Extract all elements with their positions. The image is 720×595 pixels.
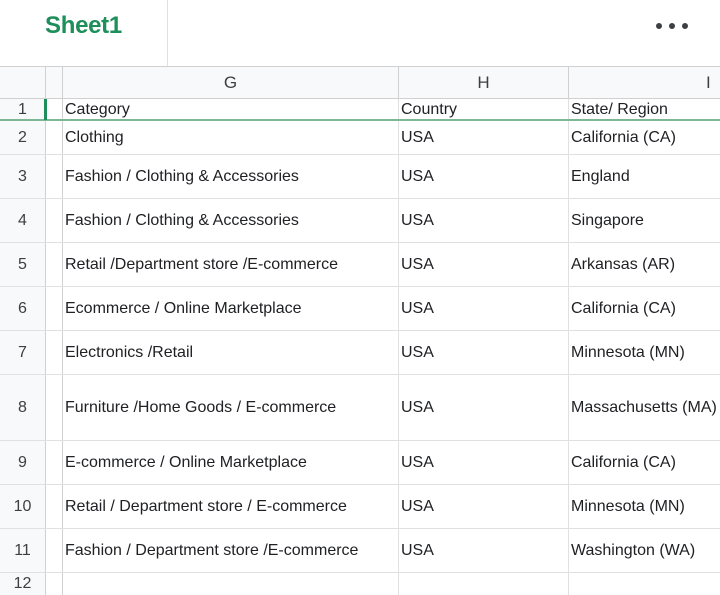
column-header-i[interactable]: I [569, 67, 720, 99]
frozen-spacer [46, 331, 63, 374]
cell-state-region[interactable]: Singapore [569, 199, 720, 242]
cell-country[interactable]: USA [399, 155, 569, 198]
cell-state-region[interactable]: Minnesota (MN) [569, 331, 720, 374]
cell-state-region[interactable]: State/ Region [569, 99, 720, 119]
cell-country[interactable]: USA [399, 287, 569, 330]
row-number[interactable]: 8 [0, 375, 46, 440]
cell-category[interactable]: Fashion / Clothing & Accessories [63, 155, 399, 198]
menu-dot [682, 23, 688, 29]
table-row: 8 Furniture /Home Goods / E-commerce USA… [0, 375, 720, 441]
table-row: 12 [0, 573, 720, 595]
cell-category[interactable]: Fashion / Department store /E-commerce [63, 529, 399, 572]
cell-country[interactable]: USA [399, 375, 569, 440]
top-bar: Sheet1 [0, 0, 720, 66]
cell-country[interactable]: USA [399, 485, 569, 528]
row-number[interactable]: 10 [0, 485, 46, 528]
active-cell-marker [44, 99, 47, 120]
column-header-g[interactable]: G [63, 67, 399, 99]
cell-country[interactable] [399, 573, 569, 595]
spreadsheet-grid[interactable]: G H I 1 Category Country State/ Region 2… [0, 66, 720, 595]
frozen-spacer [46, 441, 63, 484]
table-row: 4 Fashion / Clothing & Accessories USA S… [0, 199, 720, 243]
cell-category[interactable]: Category [63, 99, 399, 119]
table-row: 3 Fashion / Clothing & Accessories USA E… [0, 155, 720, 199]
frozen-spacer [46, 243, 63, 286]
cell-category[interactable]: Fashion / Clothing & Accessories [63, 199, 399, 242]
frozen-spacer [46, 99, 63, 119]
cell-category[interactable]: Electronics /Retail [63, 331, 399, 374]
table-row: 7 Electronics /Retail USA Minnesota (MN) [0, 331, 720, 375]
row-number[interactable]: 2 [0, 121, 46, 154]
frozen-spacer [46, 375, 63, 440]
row-number[interactable]: 12 [0, 573, 46, 595]
row-number[interactable]: 6 [0, 287, 46, 330]
table-row: 10 Retail / Department store / E-commerc… [0, 485, 720, 529]
column-letter: G [223, 73, 238, 92]
cell-state-region[interactable]: California (CA) [569, 441, 720, 484]
cell-category[interactable]: Ecommerce / Online Marketplace [63, 287, 399, 330]
cell-category[interactable]: Furniture /Home Goods / E-commerce [63, 375, 399, 440]
sheet-tab-label: Sheet1 [45, 12, 122, 39]
menu-dot [669, 23, 675, 29]
row-number[interactable]: 11 [0, 529, 46, 572]
cell-category[interactable]: Clothing [63, 121, 399, 154]
column-header-row: G H I [0, 67, 720, 99]
row-number[interactable]: 5 [0, 243, 46, 286]
table-row: 2 Clothing USA California (CA) [0, 121, 720, 155]
table-row: 6 Ecommerce / Online Marketplace USA Cal… [0, 287, 720, 331]
cell-country[interactable]: USA [399, 331, 569, 374]
frozen-spacer [46, 121, 63, 154]
table-row: 11 Fashion / Department store /E-commerc… [0, 529, 720, 573]
cell-category[interactable]: Retail /Department store /E-commerce [63, 243, 399, 286]
cell-state-region[interactable]: England [569, 155, 720, 198]
cell-category[interactable]: Retail / Department store / E-commerce [63, 485, 399, 528]
frozen-spacer [46, 485, 63, 528]
cell-state-region[interactable]: Massachusetts (MA) [569, 375, 720, 440]
frozen-spacer [46, 155, 63, 198]
frozen-spacer [46, 287, 63, 330]
menu-dot [656, 23, 662, 29]
cell-country[interactable]: USA [399, 243, 569, 286]
cell-country[interactable]: USA [399, 529, 569, 572]
cell-category[interactable] [63, 573, 399, 595]
cell-state-region[interactable]: California (CA) [569, 121, 720, 154]
cell-country[interactable]: USA [399, 199, 569, 242]
cell-state-region[interactable]: California (CA) [569, 287, 720, 330]
frozen-column-header [46, 67, 63, 99]
row-number[interactable]: 3 [0, 155, 46, 198]
row-number[interactable]: 7 [0, 331, 46, 374]
row-number[interactable]: 4 [0, 199, 46, 242]
column-letter: H [477, 73, 490, 92]
cell-state-region[interactable]: Minnesota (MN) [569, 485, 720, 528]
select-all-corner[interactable] [0, 67, 46, 99]
cell-category[interactable]: E-commerce / Online Marketplace [63, 441, 399, 484]
table-row: 5 Retail /Department store /E-commerce U… [0, 243, 720, 287]
cell-country[interactable]: USA [399, 121, 569, 154]
column-letter: I [706, 73, 711, 92]
table-row: 1 Category Country State/ Region [0, 99, 720, 121]
cell-state-region[interactable]: Washington (WA) [569, 529, 720, 572]
frozen-spacer [46, 573, 63, 595]
column-header-h[interactable]: H [399, 67, 569, 99]
frozen-spacer [46, 529, 63, 572]
cell-country[interactable]: USA [399, 441, 569, 484]
rows-container: 1 Category Country State/ Region 2 Cloth… [0, 99, 720, 595]
sheet-tab[interactable]: Sheet1 [0, 0, 168, 66]
cell-state-region[interactable]: Arkansas (AR) [569, 243, 720, 286]
row-number[interactable]: 9 [0, 441, 46, 484]
row-number[interactable]: 1 [0, 99, 46, 119]
frozen-spacer [46, 199, 63, 242]
more-options-icon[interactable] [648, 14, 696, 38]
cell-country[interactable]: Country [399, 99, 569, 119]
cell-state-region[interactable] [569, 573, 720, 595]
table-row: 9 E-commerce / Online Marketplace USA Ca… [0, 441, 720, 485]
